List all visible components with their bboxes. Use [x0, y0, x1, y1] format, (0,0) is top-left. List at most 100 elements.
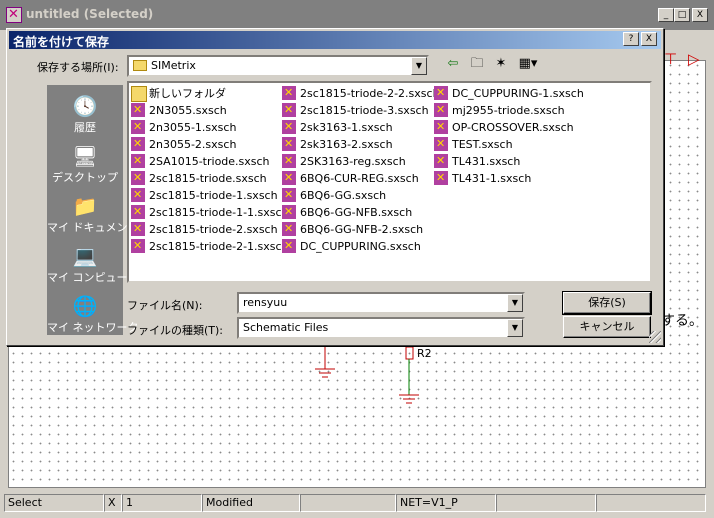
toolbar-opamp-icon[interactable]: ▷	[688, 50, 700, 68]
help-button[interactable]: ?	[623, 32, 639, 46]
file-name: TEST.sxsch	[452, 138, 513, 151]
file-item[interactable]: TEST.sxsch	[434, 135, 584, 153]
folder-item[interactable]: 新しいフォルダ	[131, 85, 281, 102]
my-network-icon: 🌐	[72, 294, 98, 318]
schematic-file-icon	[282, 152, 296, 169]
chevron-down-icon[interactable]: ▼	[507, 319, 523, 337]
filetype-value: Schematic Files	[243, 321, 329, 334]
file-item[interactable]: 6BQ6-GG.sxsch	[282, 186, 432, 204]
status-x-value: 1	[122, 494, 202, 512]
file-name: mj2955-triode.sxsch	[452, 104, 565, 117]
file-name: 2sk3163-2.sxsch	[300, 138, 393, 151]
file-item[interactable]: 2N3055.sxsch	[131, 101, 281, 119]
file-name: 6BQ6-GG-NFB-2.sxsch	[300, 223, 424, 236]
file-item[interactable]: 2sc1815-triode-2-2.sxsch	[282, 84, 440, 102]
back-icon[interactable]: ⇦	[443, 54, 463, 74]
file-item[interactable]: 2sc1815-triode-1.sxsch	[131, 186, 281, 204]
file-item[interactable]: 2SK3163-reg.sxsch	[282, 152, 432, 170]
filetype-dropdown[interactable]: Schematic Files ▼	[237, 317, 525, 339]
desktop-icon: 🖥	[72, 144, 98, 168]
up-folder-icon[interactable]: 🗀	[467, 54, 487, 74]
place-history[interactable]: 🕓 履歴	[47, 89, 123, 139]
schematic-file-icon	[434, 118, 448, 135]
schematic-file-icon	[434, 169, 448, 186]
dialog-title: 名前を付けて保存	[13, 35, 110, 49]
file-item[interactable]: 2sk3163-1.sxsch	[282, 118, 432, 136]
view-menu-icon[interactable]: ▦▾	[515, 54, 541, 74]
filename-value: rensyuu	[243, 296, 288, 309]
schematic-file-icon	[131, 186, 145, 203]
place-my-network[interactable]: 🌐 マイ ネットワーク	[47, 289, 139, 339]
file-name: 2sc1815-triode-2.sxsch	[149, 223, 278, 236]
file-item[interactable]: 2n3055-2.sxsch	[131, 135, 281, 153]
file-name: 2SK3163-reg.sxsch	[300, 155, 406, 168]
cancel-button[interactable]: キャンセル	[563, 316, 651, 338]
file-name: DC_CUPPURING-1.sxsch	[452, 87, 584, 100]
filename-input[interactable]: rensyuu ▼	[237, 292, 525, 314]
maximize-button[interactable]: □	[674, 8, 690, 22]
file-item[interactable]: TL431.sxsch	[434, 152, 584, 170]
file-name: OP-CROSSOVER.sxsch	[452, 121, 574, 134]
save-button[interactable]: 保存(S)	[562, 291, 652, 315]
file-name: DC_CUPPURING.sxsch	[300, 240, 421, 253]
file-name: 2n3055-2.sxsch	[149, 138, 237, 151]
resize-grip[interactable]	[649, 331, 661, 343]
minimize-button[interactable]: _	[658, 8, 674, 22]
file-item[interactable]: 2sc1815-triode-2.sxsch	[131, 220, 281, 238]
schematic-file-icon	[434, 152, 448, 169]
file-column-3: DC_CUPPURING-1.sxsch mj2955-triode.sxsch…	[434, 84, 584, 187]
file-item[interactable]: mj2955-triode.sxsch	[434, 101, 584, 119]
file-item[interactable]: 6BQ6-GG-NFB.sxsch	[282, 203, 432, 221]
file-item[interactable]: 2sk3163-2.sxsch	[282, 135, 432, 153]
new-folder-icon[interactable]: ✶	[491, 54, 511, 74]
file-item[interactable]: 2SA1015-triode.sxsch	[131, 152, 281, 170]
file-list[interactable]: 新しいフォルダ 2N3055.sxsch 2n3055-1.sxsch 2n30…	[127, 81, 652, 283]
schematic-file-icon	[131, 203, 145, 220]
file-item[interactable]: 2sc1815-triode-3.sxsch	[282, 101, 432, 119]
chevron-down-icon[interactable]: ▼	[507, 294, 523, 312]
app-title-bar: untitled (Selected) _ □ X	[0, 0, 714, 30]
schematic-file-icon	[282, 220, 296, 237]
schematic-file-icon	[131, 118, 145, 135]
schematic-file-icon	[131, 152, 145, 169]
place-label: デスクトップ	[52, 171, 118, 184]
file-name: 2sc1815-triode-1-1.sxsch	[149, 206, 289, 219]
save-as-dialog: 名前を付けて保存 ? X 保存する場所(I): SIMetrix ▼ ⇦ 🗀 ✶…	[6, 28, 664, 346]
place-my-documents[interactable]: 📁 マイ ドキュメント	[47, 189, 139, 239]
my-computer-icon: 💻	[72, 244, 98, 268]
file-name: 2n3055-1.sxsch	[149, 121, 237, 134]
file-item[interactable]: 2sc1815-triode.sxsch	[131, 169, 281, 187]
dialog-close-button[interactable]: X	[641, 32, 657, 46]
file-name: 2N3055.sxsch	[149, 104, 227, 117]
file-name: 2SA1015-triode.sxsch	[149, 155, 270, 168]
file-column-2: 2sc1815-triode-2-2.sxsch 2sc1815-triode-…	[282, 84, 440, 255]
schematic-file-icon	[131, 101, 145, 118]
file-name: 2sc1815-triode-2-2.sxsch	[300, 87, 440, 100]
file-item[interactable]: 2n3055-1.sxsch	[131, 118, 281, 136]
file-item[interactable]: 6BQ6-CUR-REG.sxsch	[282, 169, 432, 187]
schematic-file-icon	[282, 84, 296, 101]
place-desktop[interactable]: 🖥 デスクトップ	[47, 139, 123, 189]
file-item[interactable]: OP-CROSSOVER.sxsch	[434, 118, 584, 136]
file-item[interactable]: 2sc1815-triode-1-1.sxsch	[131, 203, 289, 221]
dialog-title-bar: 名前を付けて保存 ? X	[9, 31, 661, 49]
schematic-file-icon	[131, 135, 145, 152]
file-name: 2sc1815-triode-2-1.sxsch	[149, 240, 289, 253]
file-name: TL431-1.sxsch	[452, 172, 532, 185]
status-empty-2	[496, 494, 596, 512]
file-item[interactable]: DC_CUPPURING.sxsch	[282, 237, 432, 255]
close-button[interactable]: X	[692, 8, 708, 22]
folder-icon	[131, 86, 147, 102]
file-item[interactable]: DC_CUPPURING-1.sxsch	[434, 84, 584, 102]
toolbar-symbol-icon[interactable]: ⊤	[664, 50, 677, 68]
schematic-file-icon	[282, 203, 296, 220]
resistor-label: R2	[417, 347, 432, 360]
save-in-dropdown[interactable]: SIMetrix ▼	[127, 55, 429, 77]
history-icon: 🕓	[72, 94, 98, 118]
file-item[interactable]: 6BQ6-GG-NFB-2.sxsch	[282, 220, 432, 238]
file-item[interactable]: TL431-1.sxsch	[434, 169, 584, 187]
file-item[interactable]: 2sc1815-triode-2-1.sxsch	[131, 237, 289, 255]
place-my-computer[interactable]: 💻 マイ コンピュータ	[47, 239, 139, 289]
file-name: 6BQ6-GG-NFB.sxsch	[300, 206, 413, 219]
chevron-down-icon[interactable]: ▼	[411, 57, 427, 75]
